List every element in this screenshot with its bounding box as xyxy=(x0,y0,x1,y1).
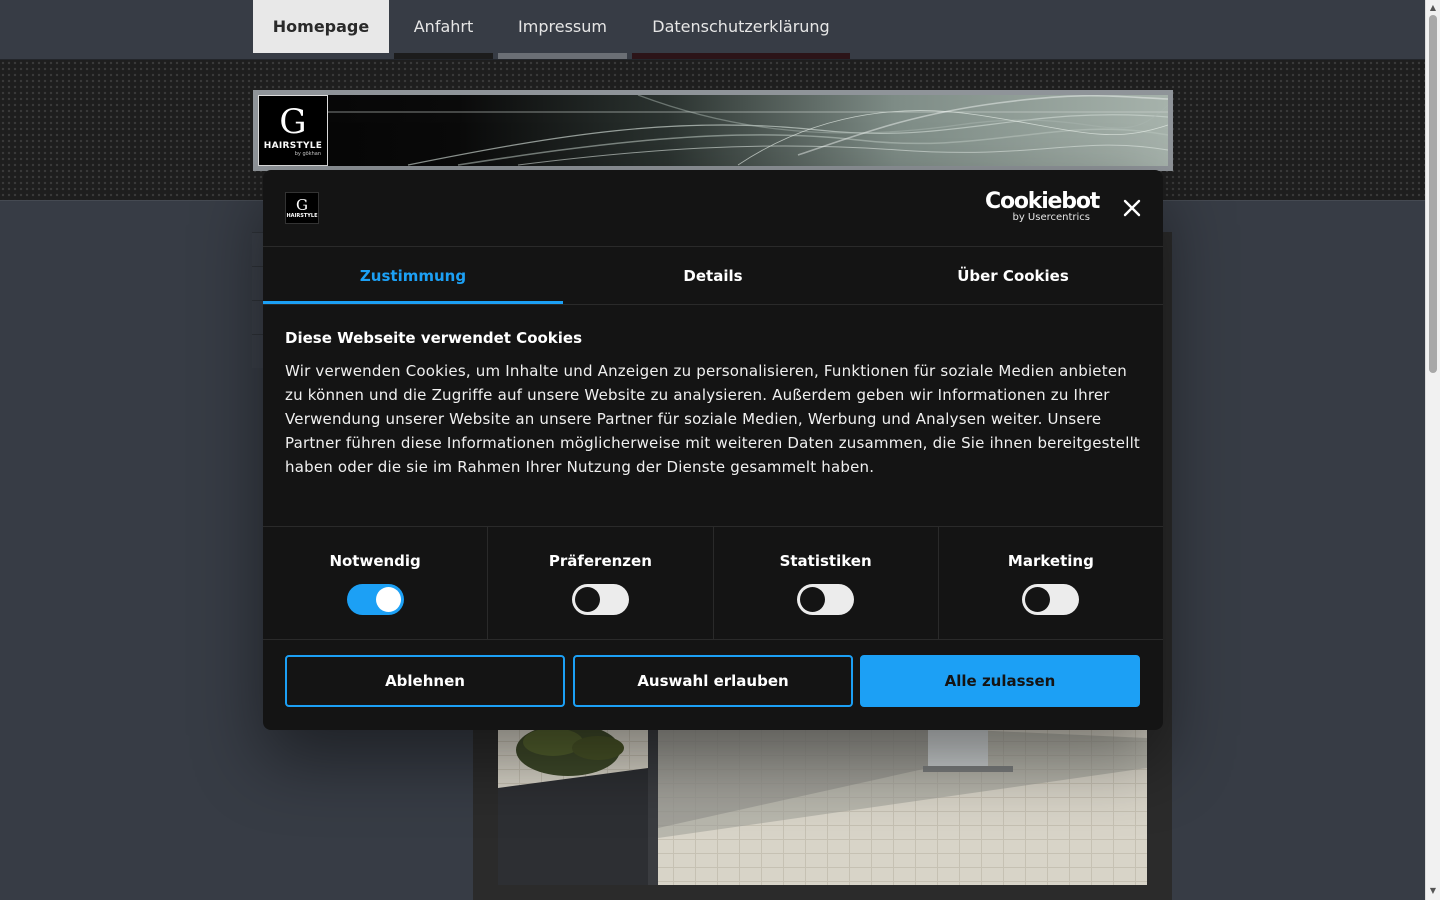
switch-knob xyxy=(574,587,600,612)
nav-tab-datenschutz[interactable]: Datenschutzerklärung xyxy=(632,0,850,53)
scroll-down-arrow-icon[interactable]: ▼ xyxy=(1426,884,1440,898)
switch-knob xyxy=(800,587,826,612)
switch-knob xyxy=(1025,587,1051,612)
toggle-statistics-label: Statistiken xyxy=(779,552,872,570)
cookiebot-wordmark: Cookiebot xyxy=(985,189,1100,214)
marketing-switch[interactable] xyxy=(1022,584,1080,615)
scroll-up-arrow-icon[interactable]: ▲ xyxy=(1426,1,1440,15)
logo-sub: by gökhan xyxy=(294,150,321,157)
toggle-necessary: Notwendig xyxy=(263,527,489,639)
dialog-logo-letter: G xyxy=(296,195,308,214)
nav-tab-anfahrt[interactable]: Anfahrt xyxy=(394,0,493,53)
scroll-thumb[interactable] xyxy=(1429,15,1437,373)
necessary-switch[interactable] xyxy=(346,584,404,615)
switch-knob xyxy=(375,587,401,612)
dialog-site-logo: G HAIRSTYLE xyxy=(285,192,319,224)
site-logo[interactable]: G HAIRSTYLE by gökhan xyxy=(258,95,328,166)
tab-ueber-cookies[interactable]: Über Cookies xyxy=(863,247,1163,304)
toggle-necessary-label: Notwendig xyxy=(329,552,421,570)
cookiebot-logo: Cookiebot by Usercentrics xyxy=(985,189,1100,226)
salon-storefront-photo xyxy=(498,728,1147,885)
top-navigation: Homepage Anfahrt Impressum Datenschutzer… xyxy=(0,0,1425,60)
statistics-switch[interactable] xyxy=(797,584,855,615)
banner-hair-image xyxy=(258,95,1168,166)
consent-toggles: Notwendig Präferenzen Statistiken Market… xyxy=(263,526,1163,640)
active-tab-indicator xyxy=(263,301,563,304)
dialog-header: G HAIRSTYLE Cookiebot by Usercentrics xyxy=(263,170,1163,247)
toggle-marketing: Marketing xyxy=(939,527,1163,639)
tab-details-label: Details xyxy=(683,266,743,285)
nav-tab-homepage[interactable]: Homepage xyxy=(253,0,389,53)
toggle-statistics: Statistiken xyxy=(714,527,939,639)
tab-ueber-cookies-label: Über Cookies xyxy=(957,266,1069,285)
preferences-switch[interactable] xyxy=(571,584,629,615)
logo-word: HAIRSTYLE xyxy=(263,140,323,151)
reject-button[interactable]: Ablehnen xyxy=(285,655,565,707)
dialog-tabs: Zustimmung Details Über Cookies xyxy=(263,247,1163,305)
dialog-body: Diese Webseite verwendet Cookies Wir ver… xyxy=(285,328,1141,479)
nav-tab-impressum[interactable]: Impressum xyxy=(498,0,627,53)
dialog-heading: Diese Webseite verwendet Cookies xyxy=(285,329,583,347)
dialog-logo-word: HAIRSTYLE xyxy=(286,212,318,219)
cookie-consent-dialog: G HAIRSTYLE Cookiebot by Usercentrics Zu… xyxy=(263,170,1163,730)
toggle-marketing-label: Marketing xyxy=(1007,552,1094,570)
nav-tab-impressum-accent xyxy=(498,53,627,59)
nav-tab-anfahrt-accent xyxy=(394,53,493,59)
toggle-preferences-label: Präferenzen xyxy=(548,552,652,570)
allow-all-button[interactable]: Alle zulassen xyxy=(860,655,1140,707)
header-banner xyxy=(253,90,1173,171)
tab-details[interactable]: Details xyxy=(563,247,863,304)
nav-tab-datenschutz-accent xyxy=(632,53,850,59)
dialog-description: Wir verwenden Cookies, um Inhalte und An… xyxy=(285,362,1141,476)
logo-letter: G xyxy=(279,101,307,142)
allow-selection-button[interactable]: Auswahl erlauben xyxy=(573,655,853,707)
toggle-preferences: Präferenzen xyxy=(488,527,714,639)
close-icon[interactable] xyxy=(1119,195,1145,221)
tab-zustimmung-label: Zustimmung xyxy=(359,266,467,285)
tab-zustimmung[interactable]: Zustimmung xyxy=(263,247,563,304)
page-scrollbar[interactable]: ▲ ▼ xyxy=(1425,0,1440,900)
